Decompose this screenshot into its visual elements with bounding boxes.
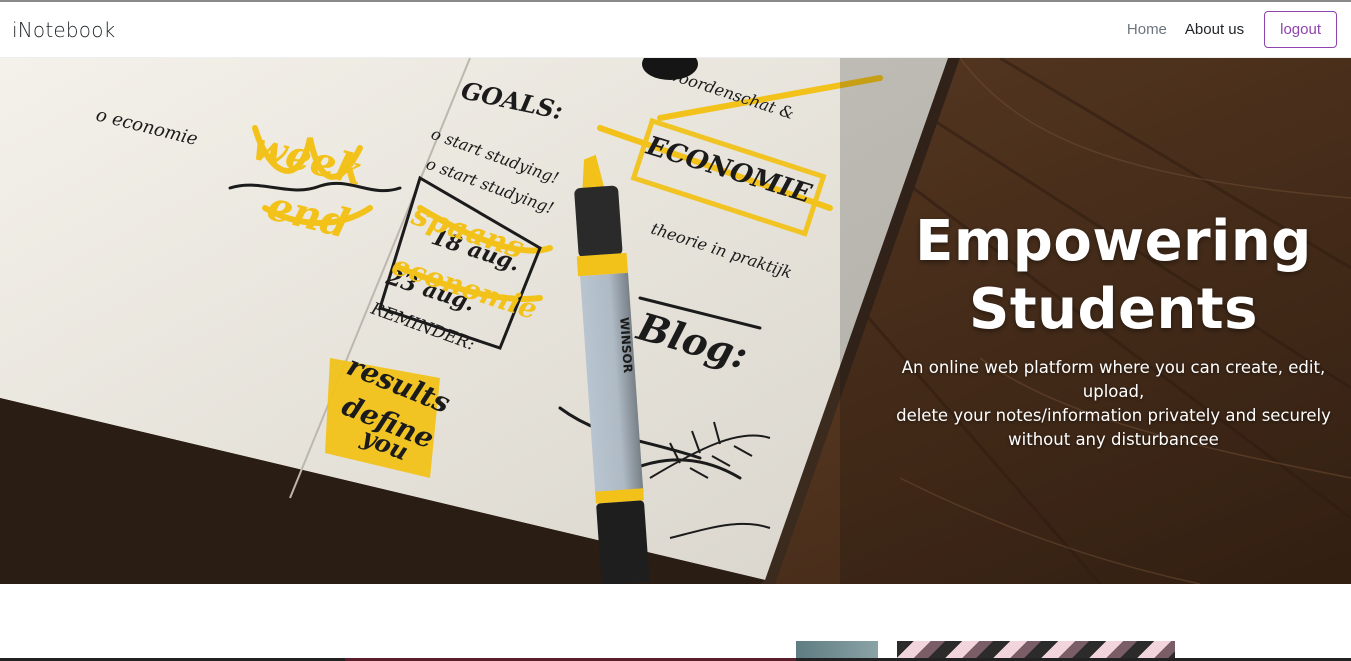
logout-button[interactable]: logout xyxy=(1264,11,1337,48)
hero-subtitle-line-1: An online web platform where you can cre… xyxy=(901,358,1326,401)
hero-section: o economie GOALS: o start studying! o st… xyxy=(0,58,1351,584)
nav-link-about[interactable]: About us xyxy=(1185,21,1244,38)
nav-link-home[interactable]: Home xyxy=(1127,21,1167,38)
nav-links: Home About us logout xyxy=(1127,11,1337,48)
hero-subtitle-line-2: delete your notes/information privately … xyxy=(896,406,1331,425)
hero-subtitle: An online web platform where you can cre… xyxy=(876,356,1351,452)
hero-title-line-1: Empowering xyxy=(915,209,1312,274)
navbar: iNotebook Home About us logout xyxy=(0,2,1351,58)
hero-subtitle-line-3: without any disturbancee xyxy=(1008,430,1219,449)
hero-title-line-2: Students xyxy=(968,277,1258,342)
brand-logo[interactable]: iNotebook xyxy=(12,18,115,42)
hero-text-block: Empowering Students An online web platfo… xyxy=(876,208,1351,452)
hero-title: Empowering Students xyxy=(876,208,1351,344)
